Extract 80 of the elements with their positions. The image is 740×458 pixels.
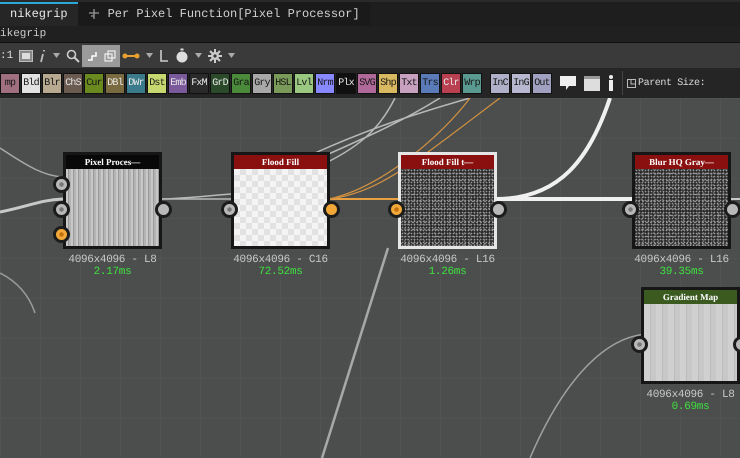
- graph-node[interactable]: Gradient Map: [641, 287, 740, 384]
- node-time: 1.26ms: [428, 266, 466, 278]
- atomic-node-button[interactable]: Plx: [336, 72, 356, 94]
- function-icon: [88, 8, 100, 20]
- node-title[interactable]: Pixel Proces—: [66, 155, 159, 169]
- atomic-node-button[interactable]: DWr: [126, 72, 146, 94]
- wire: [0, 198, 64, 214]
- breadcrumb-label[interactable]: ikegrip: [0, 28, 46, 40]
- atomic-node-button[interactable]: Trs: [420, 72, 440, 94]
- atomic-node-button[interactable]: SVG: [357, 72, 377, 94]
- graph-node[interactable]: Flood Fill t—: [398, 152, 497, 249]
- node-time: 39.35ms: [659, 266, 704, 278]
- output-port[interactable]: [323, 200, 340, 218]
- frame-icon[interactable]: [584, 76, 600, 90]
- atomic-node-button[interactable]: Blr: [42, 72, 62, 94]
- input-port[interactable]: [221, 200, 238, 218]
- atomic-node-button[interactable]: InG: [511, 72, 531, 94]
- atomic-node-button[interactable]: Clr: [441, 72, 461, 94]
- node-time: 0.69ms: [672, 401, 710, 413]
- wire-icon[interactable]: [122, 52, 140, 60]
- atomic-node-button[interactable]: Wrp: [462, 72, 482, 94]
- input-port[interactable]: [388, 200, 405, 218]
- tab[interactable]: Per Pixel Function[Pixel Processor]: [78, 2, 370, 26]
- atomic-node-button[interactable]: Out: [532, 72, 552, 94]
- image-icon[interactable]: [19, 50, 34, 62]
- atomic-node-button[interactable]: Emb: [168, 72, 188, 94]
- atomic-node-button[interactable]: mp: [0, 72, 20, 94]
- node-resolution: 4096x4096 - L8: [68, 254, 157, 266]
- atomic-node-button[interactable]: Shp: [378, 72, 398, 94]
- node-time: 2.17ms: [94, 266, 132, 278]
- caret-icon[interactable]: [228, 53, 236, 58]
- graph-canvas[interactable]: Pixel Proces— 4096x4096 - L8 2.17ms Flood Fill 4096x4096 - C16 72.52ms Flood Fill t— 4096x4096 - L16 1.26ms Blur HQ Gray— 4096x4096 - L16 39.35ms Gradient Map 4096x4096 - L8 0.69ms: [0, 98, 740, 458]
- output-port[interactable]: [155, 200, 172, 218]
- graph-node[interactable]: Blur HQ Gray—: [632, 152, 731, 249]
- input-port[interactable]: [53, 226, 70, 242]
- wire: [730, 198, 740, 200]
- comment-icon[interactable]: [560, 76, 576, 90]
- atomic-node-button[interactable]: Cur: [84, 72, 104, 94]
- caret-icon[interactable]: [53, 53, 60, 58]
- atomic-node-button[interactable]: HSL: [273, 72, 293, 94]
- parent-size-label: Parent Size:: [638, 78, 706, 88]
- atomic-node-button[interactable]: Txt: [399, 72, 419, 94]
- checkbox-icon[interactable]: [627, 78, 636, 88]
- overlap-squares-icon: [104, 50, 116, 62]
- atomic-node-button[interactable]: Lvl: [294, 72, 314, 94]
- caret-icon[interactable]: [195, 53, 202, 58]
- node-resolution: 4096x4096 - L16: [634, 254, 729, 266]
- node-resolution: 4096x4096 - L8: [646, 389, 735, 401]
- wire: [0, 272, 36, 314]
- atomic-node-button[interactable]: FxM: [189, 72, 209, 94]
- atomic-node-button[interactable]: Nrm: [315, 72, 335, 94]
- graph-node[interactable]: Pixel Proces—: [63, 152, 162, 249]
- node-title[interactable]: Flood Fill: [234, 155, 327, 169]
- node-title[interactable]: Flood Fill t—: [401, 155, 494, 169]
- toggle-button[interactable]: [100, 44, 120, 66]
- node-resolution: 4096x4096 - C16: [233, 254, 328, 266]
- atomic-node-button[interactable]: InC: [490, 72, 510, 94]
- zoom-label[interactable]: :1: [0, 50, 14, 62]
- node-time: 72.52ms: [258, 266, 303, 278]
- atomic-node-button[interactable]: Dst: [147, 72, 167, 94]
- atomic-node-button[interactable]: ChS: [63, 72, 83, 94]
- atomic-node-button[interactable]: Gra: [231, 72, 251, 94]
- info-icon[interactable]: [608, 75, 614, 91]
- atomic-node-button[interactable]: Bld: [21, 72, 41, 94]
- tab[interactable]: nikegrip: [0, 2, 78, 26]
- elbow-icon[interactable]: [159, 48, 170, 62]
- search-icon[interactable]: [66, 48, 80, 62]
- node-title[interactable]: Gradient Map: [644, 290, 737, 304]
- settings-icon[interactable]: [208, 48, 222, 62]
- node-title[interactable]: Blur HQ Gray—: [635, 155, 728, 169]
- stopwatch-icon[interactable]: [175, 48, 190, 63]
- toggle-button[interactable]: [82, 44, 102, 66]
- graph-node[interactable]: Flood Fill: [231, 152, 330, 249]
- atomic-node-button[interactable]: DBl: [105, 72, 125, 94]
- atomic-node-button[interactable]: GrD: [210, 72, 230, 94]
- atomic-node-button[interactable]: Gry: [252, 72, 272, 94]
- info-icon[interactable]: [39, 48, 48, 62]
- node-resolution: 4096x4096 - L16: [400, 254, 495, 266]
- caret-icon[interactable]: [146, 53, 154, 58]
- steps-icon: [86, 50, 98, 62]
